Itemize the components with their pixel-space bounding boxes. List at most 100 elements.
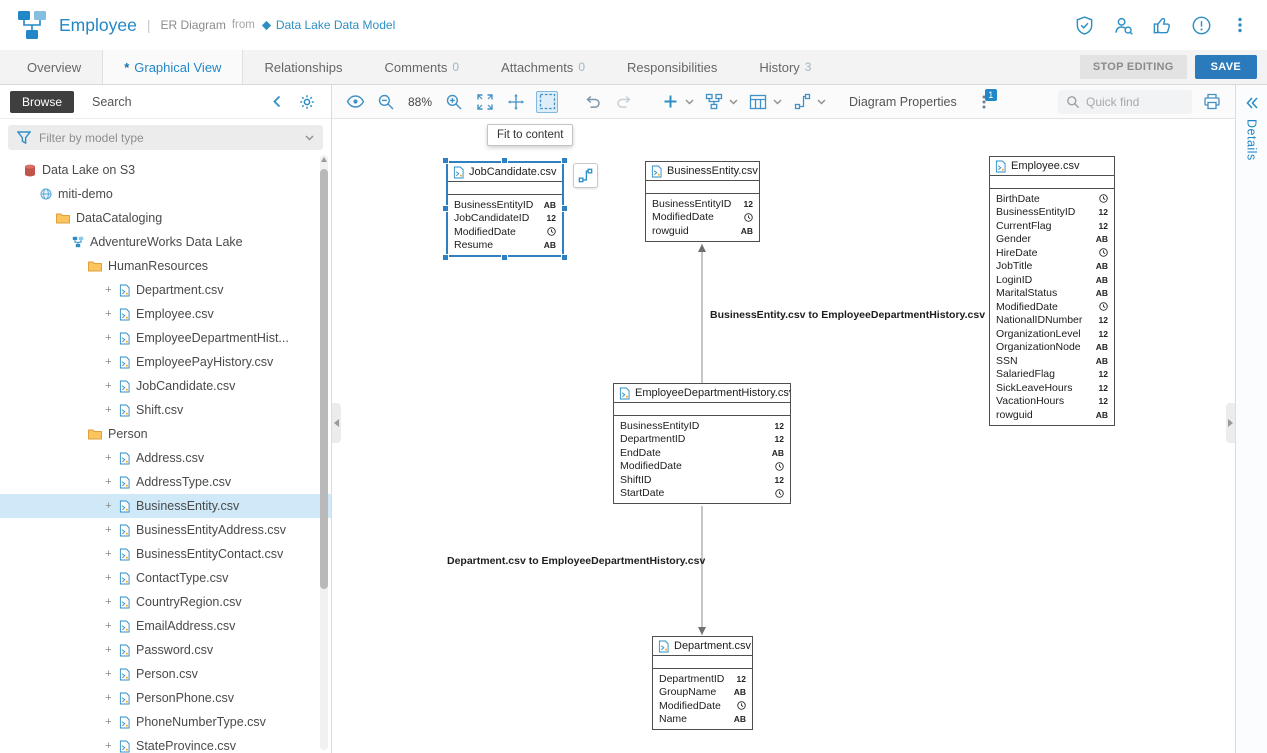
- diagram-canvas[interactable]: BusinessEntity.csv to EmployeeDepartment…: [332, 119, 1235, 753]
- tab-overview[interactable]: Overview: [6, 50, 102, 84]
- save-button[interactable]: SAVE: [1195, 55, 1257, 79]
- tree-item-miti-demo[interactable]: miti-demo: [0, 182, 331, 206]
- tree-item-contacttype-csv[interactable]: +ContactType.csv: [0, 566, 331, 590]
- tree-item-datacataloging[interactable]: DataCataloging: [0, 206, 331, 230]
- more-menu-icon[interactable]: [1229, 14, 1251, 36]
- attribute-row[interactable]: SalariedFlag12: [990, 368, 1114, 382]
- attribute-row[interactable]: BusinessEntityIDAB: [448, 198, 562, 212]
- tree-item-shift-csv[interactable]: +Shift.csv: [0, 398, 331, 422]
- tree-item-employeepayhistory-csv[interactable]: +EmployeePayHistory.csv: [0, 350, 331, 374]
- selection-handle[interactable]: [442, 254, 449, 261]
- attribute-row[interactable]: ModifiedDate: [448, 225, 562, 239]
- tree-item-businessentitycontact-csv[interactable]: +BusinessEntityContact.csv: [0, 542, 331, 566]
- gear-icon[interactable]: [299, 94, 315, 110]
- attribute-row[interactable]: BusinessEntityID12: [614, 419, 790, 433]
- selection-handle[interactable]: [561, 254, 568, 261]
- entity-header[interactable]: Employee.csv: [990, 157, 1114, 176]
- selection-handle[interactable]: [442, 157, 449, 164]
- tab-comments[interactable]: Comments0: [364, 50, 481, 84]
- tree-item-emailaddress-csv[interactable]: +EmailAddress.csv: [0, 614, 331, 638]
- attribute-row[interactable]: VacationHours12: [990, 395, 1114, 409]
- zoom-level[interactable]: 88%: [408, 95, 432, 109]
- details-panel-label[interactable]: Details: [1245, 119, 1259, 161]
- tree-item-employee-csv[interactable]: +Employee.csv: [0, 302, 331, 326]
- details-panel-strip[interactable]: Details: [1235, 85, 1267, 753]
- expand-toggle[interactable]: +: [104, 668, 113, 680]
- table-view-chevron-icon[interactable]: [773, 99, 782, 105]
- expand-toggle[interactable]: +: [104, 284, 113, 296]
- selection-handle[interactable]: [442, 205, 449, 212]
- expand-toggle[interactable]: +: [104, 404, 113, 416]
- attribute-row[interactable]: BusinessEntityID12: [990, 206, 1114, 220]
- tab-history[interactable]: History3: [738, 50, 832, 84]
- entity-businessentity-csv[interactable]: BusinessEntity.csvBusinessEntityID12Modi…: [645, 161, 760, 242]
- attribute-row[interactable]: NameAB: [653, 713, 752, 727]
- attribute-row[interactable]: rowguidAB: [990, 408, 1114, 422]
- expand-toggle[interactable]: +: [104, 308, 113, 320]
- add-node-chevron-icon[interactable]: [685, 99, 694, 105]
- tree-item-adventureworks-data-lake[interactable]: AdventureWorks Data Lake: [0, 230, 331, 254]
- relationship-label[interactable]: Department.csv to EmployeeDepartmentHist…: [447, 555, 705, 567]
- tree-item-phonenumbertype-csv[interactable]: +PhoneNumberType.csv: [0, 710, 331, 734]
- scrollbar-thumb[interactable]: [320, 169, 328, 589]
- expand-toggle[interactable]: +: [104, 380, 113, 392]
- right-splitter-handle[interactable]: [1226, 403, 1235, 443]
- alert-icon[interactable]: [1190, 14, 1212, 36]
- redo-button[interactable]: [613, 91, 635, 113]
- tree-item-person-csv[interactable]: +Person.csv: [0, 662, 331, 686]
- selection-handle[interactable]: [561, 157, 568, 164]
- tree-item-address-csv[interactable]: +Address.csv: [0, 446, 331, 470]
- fit-to-content-button[interactable]: [474, 91, 496, 113]
- connector-style-button[interactable]: [791, 91, 813, 113]
- tab-responsibilities[interactable]: Responsibilities: [606, 50, 738, 84]
- attribute-row[interactable]: rowguidAB: [646, 224, 759, 238]
- attribute-row[interactable]: JobCandidateID12: [448, 212, 562, 226]
- tab-graphical-view[interactable]: *Graphical View: [102, 50, 243, 84]
- entity-header[interactable]: Department.csv: [653, 637, 752, 656]
- attribute-row[interactable]: ModifiedDate: [990, 300, 1114, 314]
- create-relationship-button[interactable]: [573, 163, 598, 188]
- selection-handle[interactable]: [501, 254, 508, 261]
- expand-toggle[interactable]: +: [104, 716, 113, 728]
- tree-item-jobcandidate-csv[interactable]: +JobCandidate.csv: [0, 374, 331, 398]
- tree-item-stateprovince-csv[interactable]: +StateProvince.csv: [0, 734, 331, 753]
- attribute-row[interactable]: ModifiedDate: [646, 211, 759, 225]
- selection-handle[interactable]: [561, 205, 568, 212]
- attribute-row[interactable]: MaritalStatusAB: [990, 287, 1114, 301]
- attribute-row[interactable]: JobTitleAB: [990, 260, 1114, 274]
- tree-item-password-csv[interactable]: +Password.csv: [0, 638, 331, 662]
- expand-toggle[interactable]: +: [104, 644, 113, 656]
- quick-find-box[interactable]: [1058, 90, 1192, 114]
- left-splitter-handle[interactable]: [332, 403, 341, 443]
- attribute-row[interactable]: CurrentFlag12: [990, 219, 1114, 233]
- attribute-row[interactable]: SSNAB: [990, 354, 1114, 368]
- verified-shield-icon[interactable]: [1073, 14, 1095, 36]
- thumbs-up-icon[interactable]: [1151, 14, 1173, 36]
- tree-item-employeedepartmenthist[interactable]: +EmployeeDepartmentHist...: [0, 326, 331, 350]
- attribute-row[interactable]: GenderAB: [990, 233, 1114, 247]
- visibility-eye-icon[interactable]: [344, 91, 366, 113]
- tree-item-addresstype-csv[interactable]: +AddressType.csv: [0, 470, 331, 494]
- browse-button[interactable]: Browse: [10, 91, 74, 113]
- stop-editing-button[interactable]: STOP EDITING: [1080, 55, 1187, 79]
- entity-jobcandidate-csv[interactable]: JobCandidate.csvBusinessEntityIDABJobCan…: [446, 161, 564, 257]
- expand-details-icon[interactable]: [1245, 97, 1259, 109]
- model-link[interactable]: Data Lake Data Model: [276, 18, 395, 32]
- attribute-row[interactable]: GroupNameAB: [653, 686, 752, 700]
- tree-item-data-lake-on-s3[interactable]: Data Lake on S3: [0, 158, 331, 182]
- toolbar-more-menu[interactable]: 1: [976, 93, 992, 111]
- tree-item-countryregion-csv[interactable]: +CountryRegion.csv: [0, 590, 331, 614]
- tab-attachments[interactable]: Attachments0: [480, 50, 606, 84]
- collapse-sidebar-icon[interactable]: [270, 94, 285, 109]
- attribute-row[interactable]: DepartmentID12: [614, 433, 790, 447]
- expand-toggle[interactable]: +: [104, 356, 113, 368]
- entity-employeedepartmenthistory-csv[interactable]: EmployeeDepartmentHistory.csvBusinessEnt…: [613, 383, 791, 504]
- expand-toggle[interactable]: +: [104, 620, 113, 632]
- expand-toggle[interactable]: +: [104, 548, 113, 560]
- tree-item-personphone-csv[interactable]: +PersonPhone.csv: [0, 686, 331, 710]
- attribute-row[interactable]: OrganizationLevel12: [990, 327, 1114, 341]
- relationship-label[interactable]: BusinessEntity.csv to EmployeeDepartment…: [710, 309, 985, 321]
- auto-layout-button[interactable]: [703, 91, 725, 113]
- connector-style-chevron-icon[interactable]: [817, 99, 826, 105]
- expand-toggle[interactable]: +: [104, 500, 113, 512]
